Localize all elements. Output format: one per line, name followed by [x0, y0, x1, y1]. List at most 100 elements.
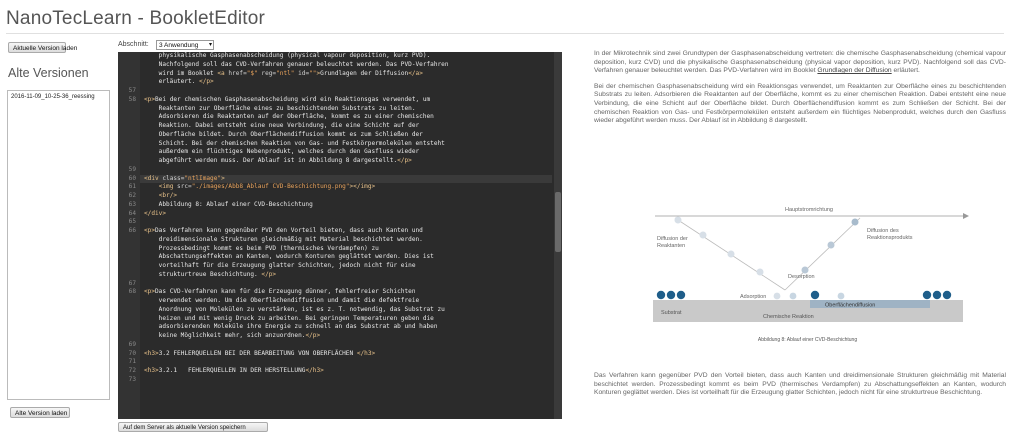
code-line[interactable]: physikalische Gasphasenabscheidung (phys…: [140, 52, 552, 61]
line-number: 62: [128, 192, 136, 199]
version-item[interactable]: 2016-11-09_10-25-36_reessing: [8, 91, 109, 103]
code-text: wird im Booklet <a href="$" reg="ntl" id…: [144, 69, 423, 77]
code-line[interactable]: 60 <div class="ntlImage">: [129, 174, 552, 184]
product-molecule: [801, 266, 809, 274]
line-number: 59: [128, 165, 136, 173]
code-line[interactable]: 65: [129, 218, 552, 227]
main-flow-arrowhead: [963, 213, 969, 219]
code-line[interactable]: dreidimensionale Strukturen gleichmäßig …: [140, 236, 552, 245]
diffusion-reactants-label-2: Reaktanten: [657, 243, 685, 249]
code-line[interactable]: 72 <h3>3.2.1 FEHLERQUELLEN IN DER HERSTEL…: [129, 367, 552, 376]
editor-scrollbar[interactable]: [554, 52, 562, 419]
line-number: 73: [128, 375, 136, 383]
code-line[interactable]: Prozessbedingt kommt es beim PVD (thermi…: [140, 245, 552, 254]
code-line[interactable]: 71: [129, 358, 552, 367]
code-line[interactable]: 66 <p>Das Verfahren kann gegenüber PVD de…: [129, 227, 552, 236]
code-text: Abbildung 8: Ablauf einer CVD-Beschichtu…: [144, 200, 313, 208]
preview-pane: In der Mikrotechnik sind zwei Grundtypen…: [594, 50, 1006, 133]
code-line[interactable]: Anordnung von Molekülen zu verstärken, i…: [140, 306, 552, 315]
code-text: heizen und mit wenig Druck zu arbeiten. …: [144, 314, 434, 322]
code-line[interactable]: Reaktanten zur Oberfläche eines zu besch…: [140, 105, 552, 114]
desorption-label: Desorption: [788, 274, 815, 280]
line-number: 68: [128, 288, 136, 296]
surface-diffusion-label: Oberflächendiffusion: [825, 303, 875, 309]
code-content[interactable]: physikalische Gasphasenabscheidung (phys…: [129, 52, 552, 385]
preview-paragraph-1: In der Mikrotechnik sind zwei Grundtypen…: [594, 50, 1006, 75]
molecule-dot: [810, 290, 820, 300]
code-line[interactable]: 63 Abbildung 8: Ablauf einer CVD-Beschic…: [129, 200, 552, 210]
code-text: dreidimensionale Strukturen gleichmäßig …: [144, 235, 423, 243]
code-text: <h3>3.2 FEHLERQUELLEN BEI DER BEARBEITUN…: [144, 349, 376, 357]
code-text: <h3>3.2.1 FEHLERQUELLEN IN DER HERSTELLU…: [144, 367, 324, 374]
preview-paragraph-3: Das Verfahren kann gegenüber PVD den Vor…: [594, 372, 1006, 397]
molecule-dot: [789, 292, 797, 300]
line-number: 71: [128, 358, 136, 366]
code-line[interactable]: erläutert. </p>: [140, 78, 552, 87]
load-old-version-button[interactable]: Alte Version laden: [10, 407, 70, 418]
code-line[interactable]: 59: [129, 166, 552, 175]
code-text: <img src="./images/Abb8_Ablauf CVD-Besch…: [158, 183, 376, 191]
molecule-dot: [773, 292, 781, 300]
editor-scrollbar-thumb[interactable]: [555, 192, 561, 252]
molecule-dot: [676, 290, 686, 300]
figure-caption: Abbildung 8: Ablauf einer CVD-Beschichtu…: [757, 337, 858, 343]
code-text: <p>Das CVD-Verfahren kann für die Erzeug…: [144, 288, 416, 296]
section-label: Abschnitt:: [118, 41, 149, 48]
code-line[interactable]: Reaktion. Dabei entsteht eine neue Verbi…: [140, 122, 552, 131]
code-line[interactable]: heizen und mit wenig Druck zu arbeiten. …: [140, 315, 552, 324]
code-line[interactable]: 73: [129, 376, 552, 385]
code-text: physikalische Gasphasenabscheidung (phys…: [144, 52, 431, 59]
code-line[interactable]: Schicht. Bei der chemischen Reaktion von…: [140, 140, 552, 149]
code-line[interactable]: keine Möglichkeit mehr, sich anzuordnen.…: [140, 332, 552, 341]
old-versions-heading: Alte Versionen: [8, 66, 89, 80]
code-line[interactable]: 57: [129, 87, 552, 96]
code-text: <br/>: [158, 192, 178, 199]
cvd-process-diagram: Hauptstromrichtung Diffusion der Reaktan…: [653, 207, 969, 322]
code-line[interactable]: Nachfolgend soll das CVD-Verfahren genau…: [140, 61, 552, 70]
code-line[interactable]: 58 <p>Bei der chemischen Gasphasenabschei…: [129, 95, 552, 105]
code-line[interactable]: vorteilhaft für die Erzeugung glatter Sc…: [140, 262, 552, 271]
code-line[interactable]: 70 <h3>3.2 FEHLERQUELLEN BEI DER BEARBEIT…: [129, 349, 552, 359]
section-select[interactable]: 3 Anwendung ▾: [156, 40, 214, 50]
reactant-molecule: [756, 268, 764, 276]
code-text: Anordnung von Molekülen zu verstärken, i…: [144, 305, 445, 313]
code-line[interactable]: abgeführt werden muss. Der Ablauf ist in…: [140, 157, 552, 166]
section-select-value: 3 Anwendung: [159, 42, 199, 49]
line-number: 65: [128, 218, 136, 226]
code-text: Nachfolgend soll das CVD-Verfahren genau…: [144, 60, 449, 68]
molecule-dot: [922, 290, 932, 300]
preview-paragraph-2: Bei der chemischen Gasphasenabscheidung …: [594, 82, 1006, 125]
versions-list[interactable]: 2016-11-09_10-25-36_reessing: [7, 90, 110, 400]
code-line[interactable]: verwendet werden. Um die Oberflächendiff…: [140, 297, 552, 306]
diffusion-booklet-link[interactable]: Grundlagen der Diffusion: [817, 67, 891, 74]
code-text: </div>: [144, 209, 167, 217]
code-line[interactable]: 64 </div>: [129, 209, 552, 219]
code-line[interactable]: 62 <br/>: [129, 192, 552, 201]
code-line[interactable]: außerdem ein flüchtiges Nebenprodukt, we…: [140, 148, 552, 157]
title-divider: [6, 33, 1004, 34]
code-line[interactable]: 69: [129, 341, 552, 350]
code-line[interactable]: 68 <p>Das CVD-Verfahren kann für die Erze…: [129, 288, 552, 297]
code-line[interactable]: 61 <img src="./images/Abb8_Ablauf CVD-Be…: [129, 183, 552, 192]
diffusion-products-label-2: Reaktionsprodukts: [867, 235, 913, 241]
code-line[interactable]: strukturtreue Beschichtung. </p>: [140, 271, 552, 280]
code-editor[interactable]: physikalische Gasphasenabscheidung (phys…: [118, 52, 562, 419]
save-to-server-button[interactable]: Auf dem Server als aktuelle Version spei…: [118, 422, 268, 432]
reactant-molecule: [674, 216, 682, 224]
code-line[interactable]: Adsorbieren die Reaktanten auf der Oberf…: [140, 113, 552, 122]
code-line[interactable]: adsorbierenden Moleküle ihre Energie zu …: [140, 323, 552, 332]
code-text: Adsorbieren die Reaktanten auf der Oberf…: [144, 113, 434, 121]
load-current-version-button[interactable]: Aktuelle Version laden: [8, 42, 77, 53]
code-line[interactable]: wird im Booklet <a href="$" reg="ntl" id…: [140, 70, 552, 79]
code-line[interactable]: Oberfläche bildet. Durch Oberflächendiff…: [140, 131, 552, 140]
code-line[interactable]: 67: [129, 280, 552, 289]
code-text: Prozessbedingt kommt es beim PVD (thermi…: [144, 244, 379, 252]
code-text: <p>Bei der chemischen Gasphasenabscheidu…: [144, 95, 431, 103]
code-line[interactable]: Abschattungseffekten an Kanten, wodurch …: [140, 253, 552, 262]
